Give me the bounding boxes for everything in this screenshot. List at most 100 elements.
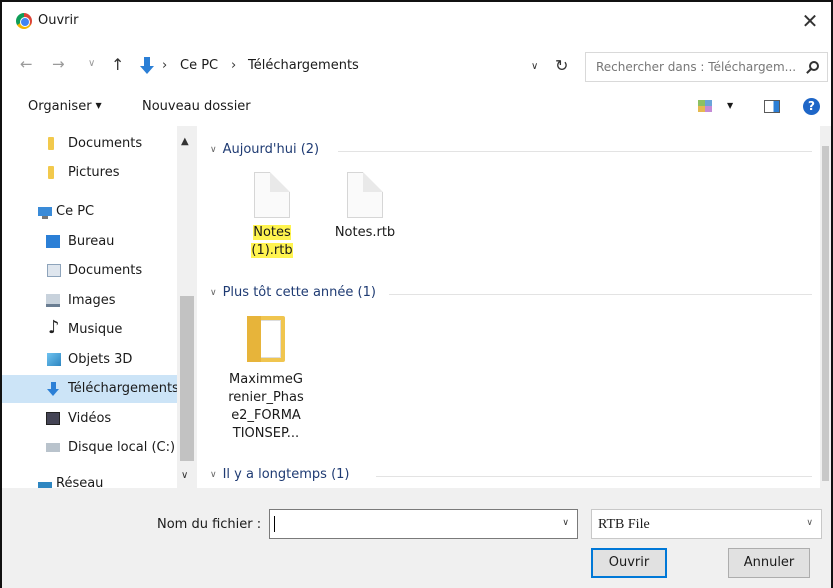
group-header-today[interactable]: ∨ Aujourd'hui (2) xyxy=(210,142,319,157)
sidebar-item-label: Pictures xyxy=(68,165,120,180)
sidebar-scrollbar[interactable]: ▲ ∨ xyxy=(177,126,197,488)
refresh-icon[interactable]: ↻ xyxy=(555,56,568,75)
sidebar-item-images[interactable]: Images xyxy=(2,287,177,315)
search-box[interactable]: Rechercher dans : Téléchargem... xyxy=(585,52,828,82)
group-header-label: Il y a longtemps (1) xyxy=(222,467,350,482)
sidebar-item-pictures[interactable]: Pictures xyxy=(2,159,177,187)
folder-icon xyxy=(48,137,54,150)
file-name: MaximmeG renier_Phas e2_FORMA TIONSEP... xyxy=(226,371,306,443)
sidebar-item-label: Ce PC xyxy=(56,204,95,219)
breadcrumb-chevron-icon[interactable]: › xyxy=(231,58,236,73)
rtb-file-icon xyxy=(347,172,383,218)
chevron-down-icon: ∨ xyxy=(210,288,217,298)
close-icon[interactable]: ✕ xyxy=(797,8,823,34)
sidebar-item-label: Objets 3D xyxy=(68,352,133,367)
chrome-icon xyxy=(16,13,32,29)
cancel-button[interactable]: Annuler xyxy=(728,548,810,578)
sidebar-item-label: Téléchargements xyxy=(68,381,179,396)
computer-icon xyxy=(38,207,52,219)
desktop-icon xyxy=(46,235,60,248)
group-divider xyxy=(389,294,812,295)
sidebar-item-label: Images xyxy=(68,293,116,308)
file-name: Notes (1).rtb xyxy=(232,224,312,260)
sidebar-scroll-thumb[interactable] xyxy=(180,296,194,461)
sidebar-item-telechargements[interactable]: Téléchargements xyxy=(2,375,179,403)
filetype-value: RTB File xyxy=(598,517,650,532)
rtb-file-icon xyxy=(254,172,290,218)
address-bar[interactable]: › Ce PC › Téléchargements ∨ ↻ xyxy=(135,52,577,82)
filename-label: Nom du fichier : xyxy=(157,517,262,532)
group-header-label: Plus tôt cette année (1) xyxy=(222,285,376,300)
sidebar-item-objets-3d[interactable]: Objets 3D xyxy=(2,346,177,374)
download-icon xyxy=(47,382,61,396)
sidebar-item-documents[interactable]: Documents xyxy=(2,257,177,285)
navigation-bar: ← → ∨ ↑ › Ce PC › Téléchargements ∨ ↻ Re… xyxy=(2,47,831,87)
video-icon xyxy=(46,412,60,425)
preview-pane-icon[interactable] xyxy=(764,100,780,113)
address-dropdown-icon[interactable]: ∨ xyxy=(531,61,538,72)
music-icon xyxy=(48,317,62,338)
sidebar-item-label: Vidéos xyxy=(68,411,112,426)
group-header-label: Aujourd'hui (2) xyxy=(222,142,320,157)
sidebar-item-label: Musique xyxy=(68,322,123,337)
chevron-down-icon: ∨ xyxy=(806,518,813,528)
recent-locations-chevron-icon[interactable]: ∨ xyxy=(88,58,95,69)
back-arrow-icon[interactable]: ← xyxy=(20,55,33,73)
change-view-icon[interactable] xyxy=(698,100,712,112)
sidebar-item-musique[interactable]: Musique xyxy=(2,316,177,344)
file-name-line: renier_Phas xyxy=(228,390,304,405)
new-folder-button[interactable]: Nouveau dossier xyxy=(142,99,251,114)
group-header-long-ago[interactable]: ∨ Il y a longtemps (1) xyxy=(210,467,349,482)
command-bar: Organiser ▼ Nouveau dossier ▼ ? xyxy=(2,90,831,124)
navigation-pane: Documents Pictures Ce PC Bureau Document… xyxy=(2,126,197,488)
organiser-label: Organiser xyxy=(28,99,92,114)
filename-input[interactable]: ∨ xyxy=(269,509,578,539)
download-icon xyxy=(140,57,154,75)
sidebar-item-disque-local[interactable]: Disque local (C:) xyxy=(2,434,177,462)
chevron-down-icon: ∨ xyxy=(210,470,217,480)
file-item-notes-1[interactable]: Notes (1).rtb xyxy=(232,172,312,260)
sidebar-item-bureau[interactable]: Bureau xyxy=(2,228,177,256)
file-name-line: (1).rtb xyxy=(251,243,293,258)
file-name-line: e2_FORMA xyxy=(231,408,301,423)
breadcrumb-chevron-icon[interactable]: › xyxy=(162,58,167,73)
sidebar-item-label: Documents xyxy=(68,136,143,151)
organiser-button[interactable]: Organiser ▼ xyxy=(28,99,102,114)
up-arrow-icon[interactable]: ↑ xyxy=(111,55,124,74)
file-item-folder[interactable]: MaximmeG renier_Phas e2_FORMA TIONSEP... xyxy=(226,314,306,443)
scroll-up-icon[interactable]: ▲ xyxy=(181,136,189,147)
open-file-dialog: Ouvrir ✕ ← → ∨ ↑ › Ce PC › Téléchargemen… xyxy=(0,0,833,588)
group-divider xyxy=(376,476,812,477)
folder-icon xyxy=(48,166,54,179)
view-options-caret-icon[interactable]: ▼ xyxy=(727,101,733,110)
breadcrumb-ce-pc[interactable]: Ce PC xyxy=(180,58,218,73)
chevron-down-icon: ∨ xyxy=(210,145,217,155)
scroll-down-icon[interactable]: ∨ xyxy=(181,470,188,481)
breadcrumb-telechargements[interactable]: Téléchargements xyxy=(248,58,359,73)
sidebar-item-reseau[interactable]: Réseau xyxy=(2,470,177,488)
sidebar-item-label: Réseau xyxy=(56,476,104,488)
sidebar-item-label: Disque local (C:) xyxy=(68,440,176,455)
help-icon[interactable]: ? xyxy=(803,98,820,115)
file-name-line: TIONSEP... xyxy=(232,426,300,441)
forward-arrow-icon[interactable]: → xyxy=(52,55,65,73)
content-scrollbar[interactable] xyxy=(820,126,831,488)
search-icon[interactable] xyxy=(809,61,819,71)
file-item-notes[interactable]: Notes.rtb xyxy=(325,172,405,242)
sidebar-item-videos[interactable]: Vidéos xyxy=(2,405,177,433)
content-scroll-thumb[interactable] xyxy=(822,146,829,481)
dialog-title: Ouvrir xyxy=(38,13,79,28)
search-placeholder: Rechercher dans : Téléchargem... xyxy=(596,60,797,74)
documents-icon xyxy=(47,264,61,277)
file-name-line: Notes xyxy=(253,225,291,240)
file-name-line: MaximmeG xyxy=(229,372,303,387)
open-button[interactable]: Ouvrir xyxy=(591,548,667,578)
file-list: ∨ Aujourd'hui (2) Notes (1).rtb Notes.rtb… xyxy=(198,126,820,488)
sidebar-item-documents-quick[interactable]: Documents xyxy=(2,130,177,158)
sidebar-item-ce-pc[interactable]: Ce PC xyxy=(2,198,177,226)
chevron-down-icon[interactable]: ∨ xyxy=(562,518,569,528)
images-icon xyxy=(46,294,60,307)
filetype-select[interactable]: RTB File ∨ xyxy=(591,509,822,539)
group-header-earlier-this-year[interactable]: ∨ Plus tôt cette année (1) xyxy=(210,285,376,300)
folder-icon xyxy=(247,314,285,362)
